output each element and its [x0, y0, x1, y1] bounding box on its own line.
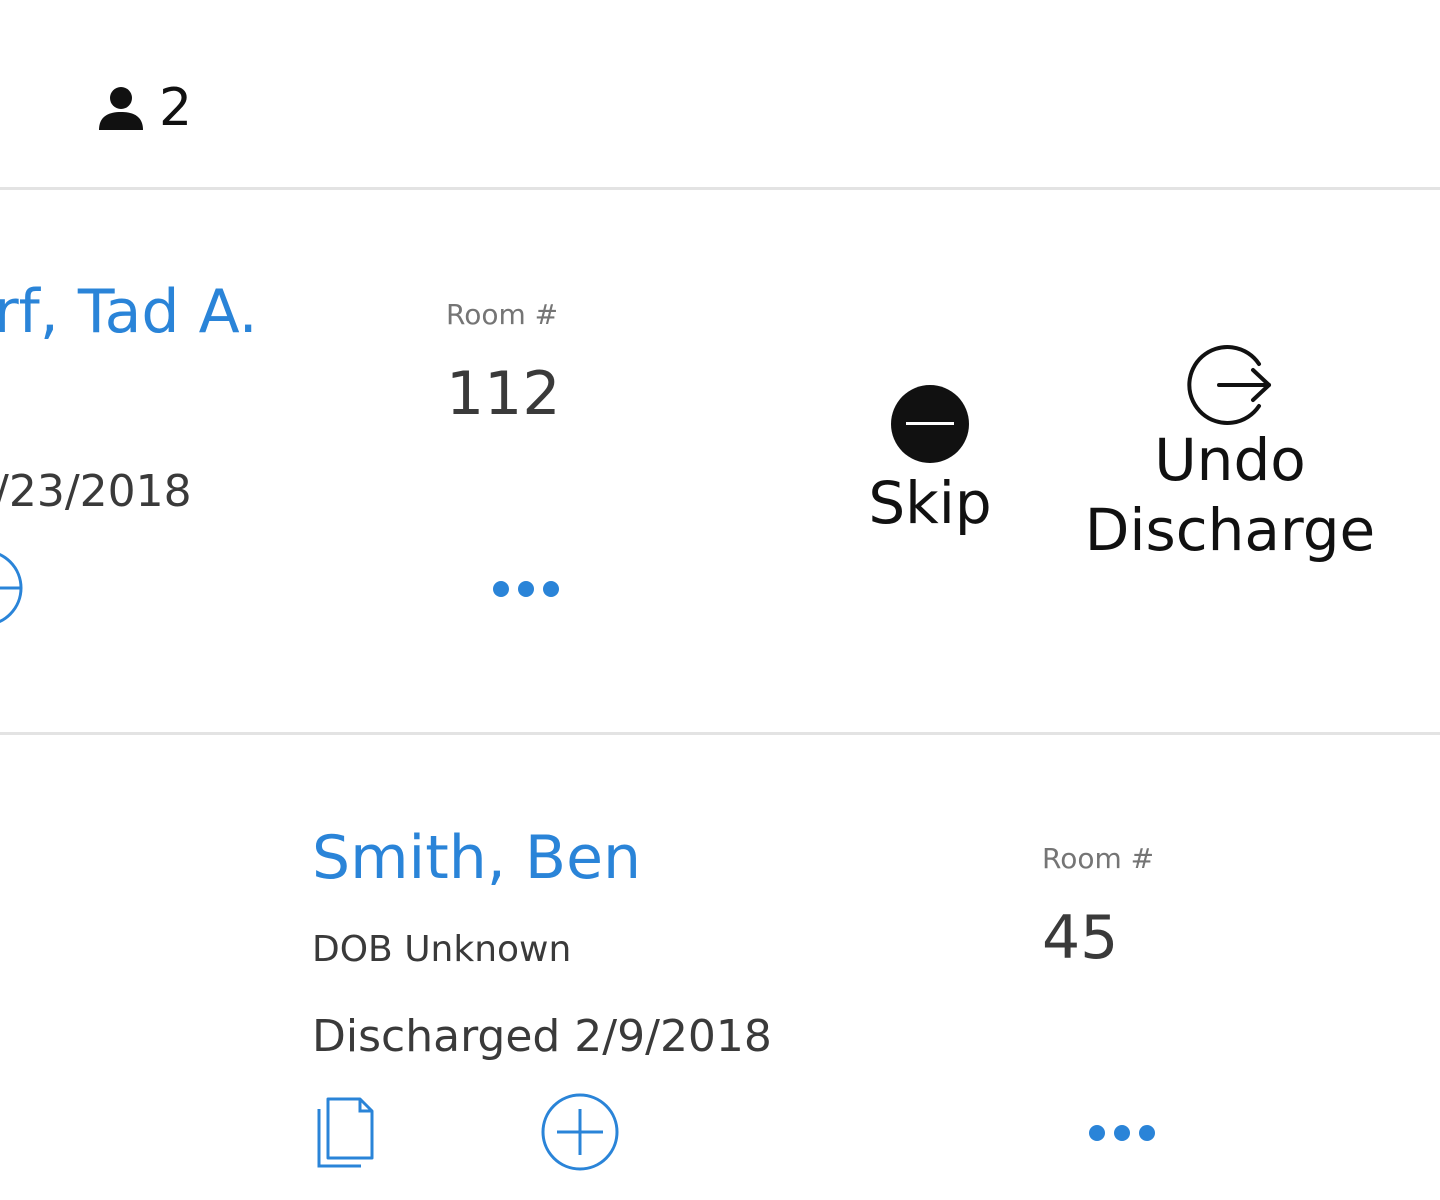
more-options-button[interactable]: [1089, 1125, 1155, 1141]
person-icon: [99, 87, 143, 130]
patient-date: /23/2018: [0, 466, 192, 517]
patient-row-1: rf, Tad A. /23/2018 Room # 112 Skip Undo…: [0, 190, 1440, 733]
patient-count-value: 2: [159, 78, 193, 138]
more-dot: [1114, 1125, 1130, 1141]
skip-button[interactable]: Skip: [850, 385, 1010, 543]
room-label: Room #: [446, 298, 559, 331]
skip-label: Skip: [868, 469, 992, 537]
more-dot: [1089, 1125, 1105, 1141]
add-circle-icon[interactable]: [0, 548, 26, 628]
more-dot: [518, 581, 534, 597]
more-dot: [543, 581, 559, 597]
patient-discharged: Discharged 2/9/2018: [312, 1011, 772, 1062]
room-label: Room #: [1042, 842, 1155, 875]
minus-circle-icon: [891, 385, 969, 463]
documents-icon[interactable]: [316, 1096, 376, 1170]
patient-name-link[interactable]: Smith, Ben: [312, 828, 641, 888]
more-dot: [493, 581, 509, 597]
patient-count: 2: [97, 82, 192, 134]
patient-row-2: Smith, Ben DOB Unknown Discharged 2/9/20…: [0, 735, 1440, 1200]
room-value: 45: [1042, 903, 1119, 973]
more-options-button[interactable]: [493, 581, 559, 597]
undo-label-line1: Undo: [1154, 426, 1306, 494]
room-value: 112: [446, 359, 561, 429]
exit-arrow-icon: [1187, 345, 1271, 425]
add-circle-icon[interactable]: [540, 1092, 620, 1172]
undo-label-line2: Discharge: [1084, 496, 1376, 565]
more-dot: [1139, 1125, 1155, 1141]
patient-name-link[interactable]: rf, Tad A.: [0, 282, 258, 342]
patient-dob: DOB Unknown: [312, 929, 572, 970]
undo-discharge-button[interactable]: Undo Discharge: [1080, 340, 1380, 570]
